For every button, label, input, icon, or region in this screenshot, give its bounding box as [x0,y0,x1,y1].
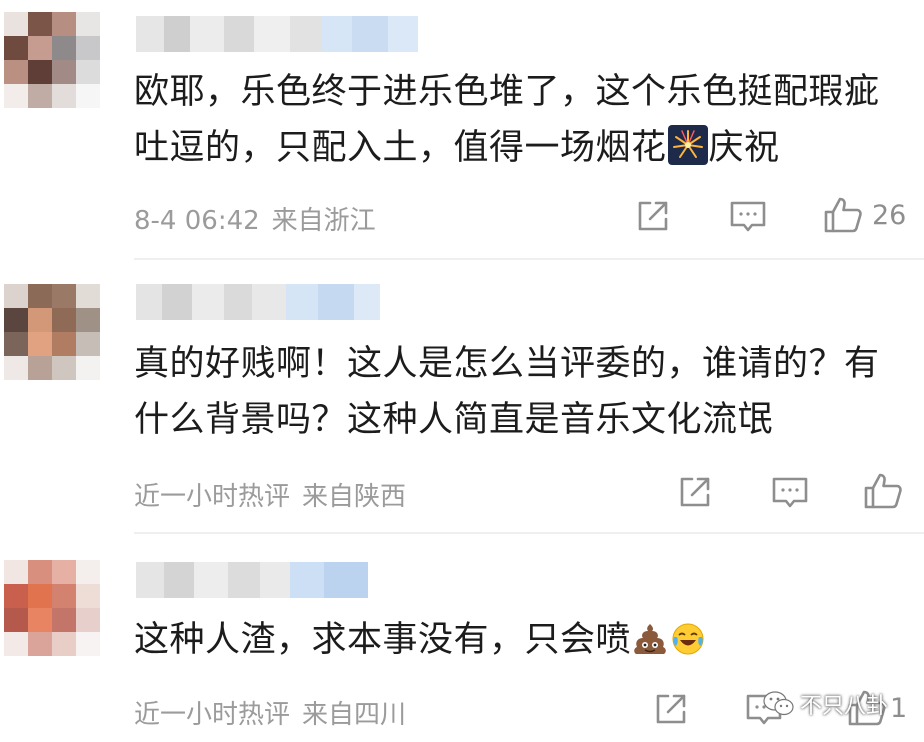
divider [134,532,924,534]
comment-location: 来自四川 [302,700,407,730]
comment-location: 来自陕西 [302,482,407,512]
fireworks-icon [667,125,708,182]
share-icon [656,694,686,724]
username[interactable] [136,16,418,52]
comment-meta: 近一小时热评 来自陕西 [134,476,406,513]
share-button[interactable] [652,690,690,728]
share-button[interactable] [676,473,714,511]
poop-icon [632,618,668,674]
comment-location: 来自浙江 [271,206,376,236]
reply-button[interactable] [770,473,810,511]
username[interactable] [136,562,368,598]
avatar[interactable] [4,12,100,108]
share-button[interactable] [634,197,672,235]
like-button[interactable]: 1 [846,688,907,728]
laughing-tears-icon [670,618,706,674]
comment-icon [730,201,766,232]
thumbs-up-icon [864,473,902,509]
comment-time: 近一小时热评 [134,482,291,512]
comment-icon [772,477,808,508]
comment-time: 近一小时热评 [134,700,291,730]
thumbs-up-icon [824,197,862,233]
reply-button[interactable] [728,197,768,235]
divider [134,258,924,260]
reply-button[interactable] [744,690,784,728]
comment-text-part: 庆祝 [708,128,780,168]
comment-feed: 欧耶，乐色终于进乐色堆了，这个乐色挺配瑕疵吐逗的，只配入土，值得一场烟花 庆祝 8… [0,0,924,742]
comment-icon [746,694,782,725]
avatar[interactable] [4,560,100,656]
comment-text: 欧耶，乐色终于进乐色堆了，这个乐色挺配瑕疵吐逗的，只配入土，值得一场烟花 庆祝 [134,64,894,182]
like-count: 1 [890,692,908,724]
share-icon [680,477,710,507]
comment-text: 真的好贱啊！这人是怎么当评委的，谁请的？有什么背景吗？这种人简直是音乐文化流氓 [134,344,880,440]
thumbs-up-icon [848,690,886,726]
like-count: 26 [872,199,907,231]
share-icon [638,201,668,231]
username[interactable] [136,284,380,320]
like-button[interactable]: 26 [822,195,906,235]
avatar[interactable] [4,284,100,380]
comment-text: 这种人渣，求本事没有，只会喷 [134,612,894,674]
comment-text-part: 这种人渣，求本事没有，只会喷 [134,620,632,660]
comment-meta: 近一小时热评 来自四川 [134,694,406,731]
like-button[interactable] [862,471,912,511]
comment-meta: 8-4 06:42 来自浙江 [134,200,376,237]
comment-time: 8-4 06:42 [134,206,260,236]
